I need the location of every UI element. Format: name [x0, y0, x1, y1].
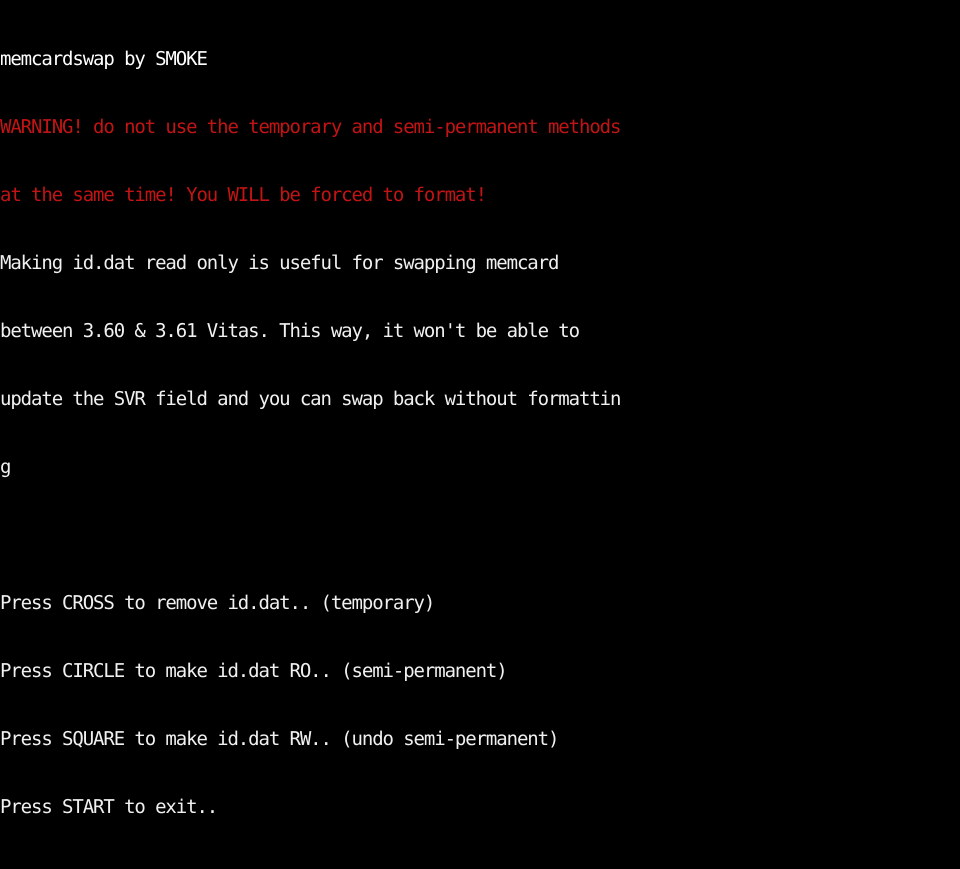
- command-square[interactable]: Press SQUARE to make id.dat RW.. (undo s…: [0, 730, 960, 749]
- command-cross[interactable]: Press CROSS to remove id.dat.. (temporar…: [0, 594, 960, 613]
- description-line-3: update the SVR field and you can swap ba…: [0, 388, 621, 410]
- warning-line-1: WARNING! do not use the temporary and se…: [0, 116, 621, 138]
- app-title: memcardswap by SMOKE: [0, 48, 208, 70]
- console-output: memcardswap by SMOKE WARNING! do not use…: [0, 0, 960, 867]
- command-circle[interactable]: Press CIRCLE to make id.dat RO.. (semi-p…: [0, 662, 960, 681]
- description-line-4: g: [0, 456, 11, 478]
- warning-line-2: at the same time! You WILL be forced to …: [0, 184, 487, 206]
- description-line-1: Making id.dat read only is useful for sw…: [0, 252, 559, 274]
- spacer-line: [0, 527, 960, 544]
- command-start[interactable]: Press START to exit..: [0, 798, 960, 817]
- description-line-2: between 3.60 & 3.61 Vitas. This way, it …: [0, 320, 580, 342]
- console-screen: memcardswap by SMOKE WARNING! do not use…: [0, 0, 960, 817]
